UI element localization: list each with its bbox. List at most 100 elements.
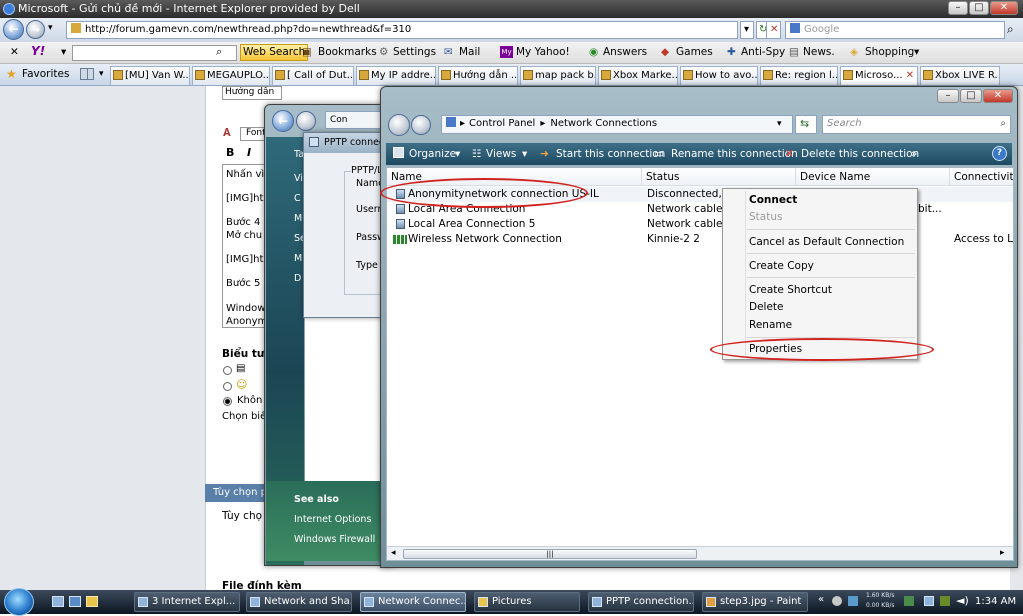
italic-button[interactable]: I	[247, 146, 251, 159]
task-link[interactable]: Vi	[294, 173, 303, 184]
shopping-button[interactable]: Shopping	[865, 46, 914, 58]
nc-history-dropdown-icon[interactable]: ▾	[773, 116, 791, 133]
connection-row-wireless[interactable]: Wireless Network Connection Kinnie-2 2 A…	[387, 232, 1013, 247]
forward-button[interactable]: →	[26, 20, 45, 39]
organize-button[interactable]: Organize	[409, 148, 456, 160]
connection-row-local-area-5[interactable]: Local Area Connection 5 Network cable un	[387, 217, 1013, 232]
start-orb-icon[interactable]	[4, 588, 34, 616]
search-go-icon[interactable]: ⌕	[1007, 22, 1014, 37]
nc-refresh-icon[interactable]: ⇆	[795, 115, 817, 134]
menu-create-copy[interactable]: Create Copy	[749, 260, 814, 272]
views-button[interactable]: Views	[486, 148, 516, 160]
yahoo-logo[interactable]: Y!	[31, 44, 45, 58]
tab-my-ip-address[interactable]: My IP addre...	[356, 66, 436, 85]
switch-windows-icon[interactable]	[69, 596, 81, 607]
toolbar-overflow-icon[interactable]: ▾	[914, 46, 919, 58]
tray-icon[interactable]	[848, 596, 858, 606]
task-link[interactable]: M	[294, 253, 302, 264]
column-device-name[interactable]: Device Name	[796, 168, 950, 186]
nc-search-input[interactable]: Search ⌕	[822, 115, 1011, 134]
start-connection-button[interactable]: Start this connection	[556, 148, 665, 160]
tray-network-icon[interactable]	[924, 596, 934, 606]
menu-delete[interactable]: Delete	[749, 301, 784, 313]
nc-breadcrumb[interactable]: ▸ Control Panel ▸ Network Connections	[441, 115, 793, 134]
tab-mu-van[interactable]: [MU] Van W...	[110, 66, 190, 85]
stop-icon[interactable]: ✕	[766, 21, 781, 39]
answers-button[interactable]: Answers	[603, 46, 647, 58]
taskbar-pictures[interactable]: Pictures	[474, 592, 580, 612]
horizontal-scrollbar[interactable]: ◂ ||| ▸	[387, 546, 1013, 560]
tab-xbox-live[interactable]: Xbox LIVE R...	[920, 66, 1000, 85]
rename-connection-button[interactable]: Rename this connection	[671, 148, 798, 160]
tab-huong-dan[interactable]: Hướng dẫn ...	[438, 66, 518, 85]
settings-button[interactable]: Settings	[393, 46, 436, 58]
tab-region-lock[interactable]: Re: region l...	[760, 66, 838, 85]
internet-options-link[interactable]: Internet Options	[294, 514, 371, 525]
web-search-button[interactable]: Web Search	[240, 44, 309, 61]
tab-xbox-marketplace[interactable]: Xbox Marke...	[598, 66, 678, 85]
toolbar-close-icon[interactable]: ✕	[10, 46, 19, 58]
icon-radio-2[interactable]	[223, 382, 232, 391]
tab-close-icon[interactable]: ✕	[906, 67, 914, 84]
back-button[interactable]: ←	[3, 19, 24, 40]
tray-icon[interactable]	[940, 596, 950, 606]
scroll-thumb[interactable]: |||	[403, 549, 697, 559]
windows-firewall-link[interactable]: Windows Firewall	[294, 534, 375, 545]
tray-expand-icon[interactable]: «	[818, 594, 824, 605]
quick-launch-folder-icon[interactable]	[86, 596, 98, 607]
thread-title-input[interactable]: Hướng dẫn	[222, 86, 282, 100]
help-icon[interactable]: ?	[992, 146, 1007, 161]
back-window-back-button[interactable]: ←	[272, 110, 294, 132]
scroll-right-icon[interactable]: ▸	[1000, 548, 1005, 558]
breadcrumb-control-panel[interactable]: Control Panel	[469, 118, 535, 129]
yahoo-search-input[interactable]	[72, 45, 237, 61]
games-button[interactable]: Games	[676, 46, 713, 58]
search-input[interactable]: Google	[785, 21, 1005, 39]
taskbar-paint[interactable]: step3.jpg - Paint	[702, 592, 808, 612]
taskbar-network-sharing[interactable]: Network and Sha...	[246, 592, 352, 612]
tab-how-to-avoid[interactable]: How to avo...	[680, 66, 758, 85]
network-connections-window[interactable]: – □ ✕ ▸ Control Panel ▸ Network Connections…	[380, 86, 1018, 568]
taskbar-network-connections-active[interactable]: Network Connec...	[360, 592, 466, 612]
nc-close-button[interactable]: ✕	[983, 89, 1013, 103]
nc-forward-button[interactable]	[411, 115, 431, 135]
more-commands-button[interactable]: »	[911, 148, 917, 160]
task-link[interactable]: M	[294, 213, 302, 224]
minimize-button[interactable]: –	[948, 1, 968, 15]
tab-map-pack[interactable]: map pack b...	[520, 66, 596, 85]
nc-minimize-button[interactable]: –	[937, 89, 959, 103]
column-connectivity[interactable]: Connectivity	[950, 168, 1013, 186]
tab-list-icon[interactable]: ▾	[99, 69, 104, 79]
menu-connect[interactable]: Connect	[749, 194, 797, 206]
task-link[interactable]: C	[294, 193, 301, 204]
taskbar-pptp-connection[interactable]: PPTP connection...	[588, 592, 694, 612]
tray-icon[interactable]	[832, 596, 842, 606]
news-button[interactable]: News.	[803, 46, 835, 58]
favorites-button[interactable]: Favorites	[22, 68, 69, 80]
task-link[interactable]: D	[294, 273, 301, 284]
menu-create-shortcut[interactable]: Create Shortcut	[749, 284, 832, 296]
clock[interactable]: 1:34 AM	[975, 596, 1016, 607]
history-dropdown-icon[interactable]: ▾	[48, 23, 53, 33]
taskbar-internet-explorer[interactable]: 3 Internet Expl...	[134, 592, 240, 612]
scroll-left-icon[interactable]: ◂	[391, 548, 396, 558]
tab-microsoft-active[interactable]: Microso... ✕	[840, 66, 918, 85]
menu-rename[interactable]: Rename	[749, 319, 792, 331]
magnifier-icon[interactable]: ⌕	[216, 45, 222, 59]
anti-spy-button[interactable]: Anti-Spy	[741, 46, 785, 58]
back-window-forward-button[interactable]	[296, 111, 316, 131]
nc-maximize-button[interactable]: □	[960, 89, 982, 103]
pptp-dialog[interactable]: PPTP connec PPTP/L Name Userna Passw Typ…	[303, 132, 392, 318]
bookmarks-button[interactable]: Bookmarks	[318, 46, 377, 58]
address-dropdown-icon[interactable]: ▾	[740, 21, 754, 39]
my-yahoo-button[interactable]: My Yahoo!	[516, 46, 570, 58]
mail-button[interactable]: Mail	[459, 46, 480, 58]
icon-radio-none[interactable]	[223, 397, 232, 406]
tray-icon[interactable]	[904, 596, 914, 606]
delete-connection-button[interactable]: Delete this connection	[801, 148, 919, 160]
tab-call-of-duty[interactable]: [ Call of Dut...	[272, 66, 354, 85]
menu-cancel-default[interactable]: Cancel as Default Connection	[749, 236, 904, 248]
nc-search-icon[interactable]: ⌕	[1000, 116, 1006, 132]
volume-icon[interactable]: ◄)	[956, 594, 969, 607]
maximize-button[interactable]: □	[969, 1, 989, 15]
